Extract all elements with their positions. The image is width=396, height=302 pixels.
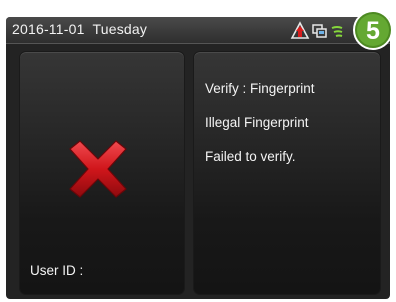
signal-icon [331,26,343,37]
weekday-text: Tuesday [92,21,148,37]
verify-mode-text: Verify : Fingerprint [205,81,315,96]
date-time: 2016-11-01 Tuesday [12,21,147,37]
user-id-label: User ID : [30,263,84,278]
alarm-warning-icon [290,21,310,39]
date-text: 2016-11-01 [12,21,85,37]
red-x-icon [66,139,130,199]
network-icon [312,24,327,38]
terminal-screen: 2016-11-01 Tuesday 5 User ID: Verify: … [0,0,396,302]
verify-result-text: Failed to verify. [205,149,296,164]
status-icons [290,21,360,41]
verify-status-text: Illegal Fingerprint [205,115,309,130]
step-number-badge: 5 [352,9,394,51]
badge-number: 5 [366,17,380,45]
